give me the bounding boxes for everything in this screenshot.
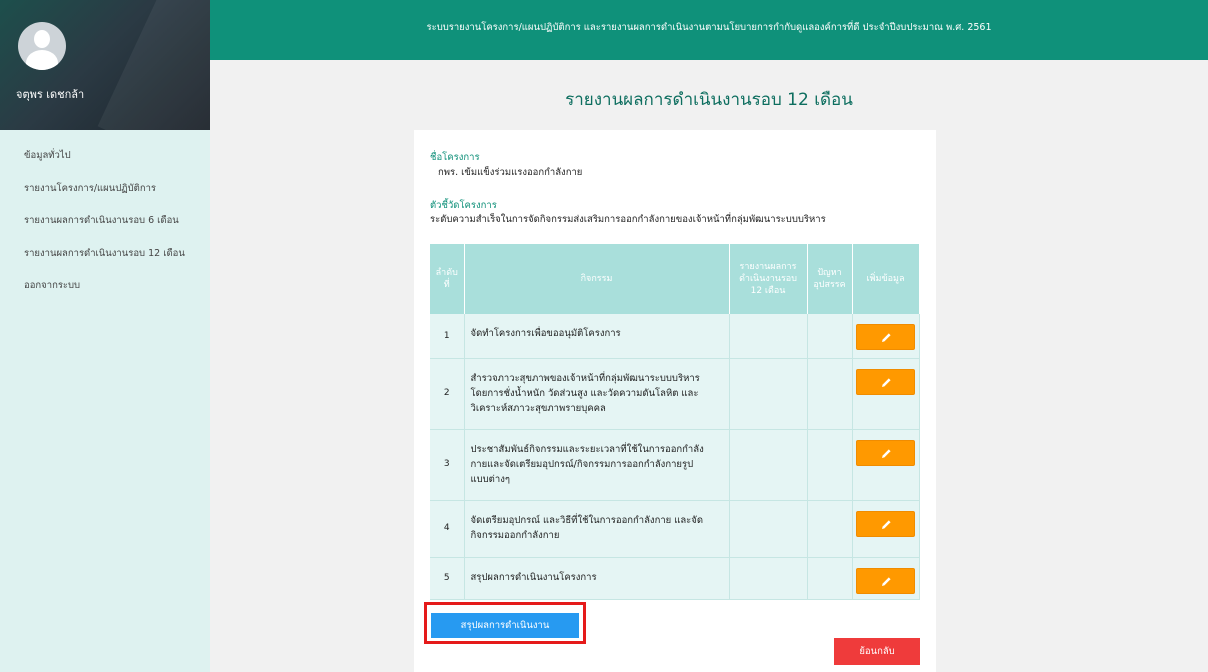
sidebar-menu: ข้อมูลทั่วไป รายงานโครงการ/แผนปฏิบัติการ… [0, 140, 210, 303]
header-report: รายงานผลการ ดำเนินงานรอบ 12 เดือน [729, 244, 808, 314]
summary-button[interactable]: สรุปผลการดำเนินงาน [431, 613, 579, 638]
page-title: รายงานผลการดำเนินงานรอบ 12 เดือน [565, 90, 853, 110]
edit-button[interactable] [856, 324, 915, 350]
indicator-value: ระดับความสำเร็จในการจัดกิจกรรมส่งเสริมกา… [430, 214, 826, 225]
row-number: 2 [430, 358, 465, 430]
pencil-icon [882, 333, 891, 342]
table-header-row: ลำดับ ที่ กิจกรรม รายงานผลการ ดำเนินงานรอบ… [430, 244, 920, 314]
sidebar-item-6-month-report[interactable]: รายงานผลการดำเนินงานรอบ 6 เดือน [0, 205, 210, 238]
edit-button[interactable] [856, 510, 915, 537]
avatar [18, 22, 66, 70]
row-number: 1 [430, 314, 465, 359]
avatar-head-icon [34, 30, 50, 48]
header-activity: กิจกรรม [464, 244, 730, 314]
row-activity: สำรวจภาวะสุขภาพของเจ้าหน้าที่กลุ่มพัฒนาร… [464, 358, 730, 430]
row-problem-cell [807, 557, 853, 600]
activity-table: ลำดับ ที่ กิจกรรม รายงานผลการ ดำเนินงานรอบ… [430, 244, 920, 600]
sidebar-item-general-info[interactable]: ข้อมูลทั่วไป [0, 140, 210, 173]
row-activity: สรุปผลการดำเนินงานโครงการ [464, 557, 730, 600]
table-row: 2 สำรวจภาวะสุขภาพของเจ้าหน้าที่กลุ่มพัฒน… [430, 358, 920, 430]
header-banner: ระบบรายงานโครงการ/แผนปฏิบัติการ และรายงา… [210, 0, 1208, 60]
pencil-icon [882, 519, 891, 529]
row-action-cell [852, 500, 920, 558]
row-report-cell [729, 358, 808, 430]
row-report-cell [729, 500, 808, 558]
row-problem-cell [807, 358, 853, 430]
row-activity: ประชาสัมพันธ์กิจกรรมและระยะเวลาที่ใช้ในก… [464, 429, 730, 501]
row-problem-cell [807, 429, 853, 501]
row-number: 3 [430, 429, 465, 501]
row-activity: จัดเตรียมอุปกรณ์ และวิธีที่ใช้ในการออกกำ… [464, 500, 730, 558]
row-report-cell [729, 429, 808, 501]
row-action-cell [852, 557, 920, 600]
row-action-cell [852, 358, 920, 430]
sidebar-item-logout[interactable]: ออกจากระบบ [0, 270, 210, 303]
row-report-cell [729, 557, 808, 600]
edit-button[interactable] [856, 368, 915, 395]
row-action-cell [852, 429, 920, 501]
table-row: 5 สรุปผลการดำเนินงานโครงการ [430, 557, 920, 600]
edit-button[interactable] [856, 439, 915, 466]
table-row: 4 จัดเตรียมอุปกรณ์ และวิธีที่ใช้ในการออก… [430, 500, 920, 558]
row-number: 4 [430, 500, 465, 558]
profile-panel: จตุพร เดชกล้า [0, 0, 210, 130]
row-activity: จัดทำโครงการเพื่อขออนุมัติโครงการ [464, 314, 730, 359]
back-button[interactable]: ย้อนกลับ [834, 638, 920, 665]
table-row: 1 จัดทำโครงการเพื่อขออนุมัติโครงการ [430, 314, 920, 359]
header-problem: ปัญหา อุปสรรค [807, 244, 853, 314]
row-number: 5 [430, 557, 465, 600]
report-card: ชื่อโครงการ กพร. เข้มแข็งร่วมแรงออกกำลัง… [414, 130, 936, 672]
username: จตุพร เดชกล้า [16, 88, 85, 101]
pencil-icon [882, 448, 891, 458]
table-row: 3 ประชาสัมพันธ์กิจกรรมและระยะเวลาที่ใช้ใ… [430, 429, 920, 501]
indicator-label: ตัวชี้วัดโครงการ [430, 200, 497, 211]
avatar-body-icon [26, 50, 58, 70]
row-problem-cell [807, 314, 853, 359]
sidebar-item-project-report[interactable]: รายงานโครงการ/แผนปฏิบัติการ [0, 173, 210, 206]
row-report-cell [729, 314, 808, 359]
edit-button[interactable] [856, 567, 915, 594]
header-no: ลำดับ ที่ [430, 244, 465, 314]
sidebar: จตุพร เดชกล้า ข้อมูลทั่วไป รายงานโครงการ… [0, 0, 210, 672]
row-problem-cell [807, 500, 853, 558]
pencil-icon [882, 576, 891, 586]
project-name-label: ชื่อโครงการ [430, 152, 480, 163]
pencil-icon [882, 377, 891, 387]
sidebar-item-12-month-report[interactable]: รายงานผลการดำเนินงานรอบ 12 เดือน [0, 238, 210, 271]
row-action-cell [852, 314, 920, 359]
header-add: เพิ่มข้อมูล [852, 244, 920, 314]
project-name-value: กพร. เข้มแข็งร่วมแรงออกกำลังกาย [438, 167, 583, 178]
